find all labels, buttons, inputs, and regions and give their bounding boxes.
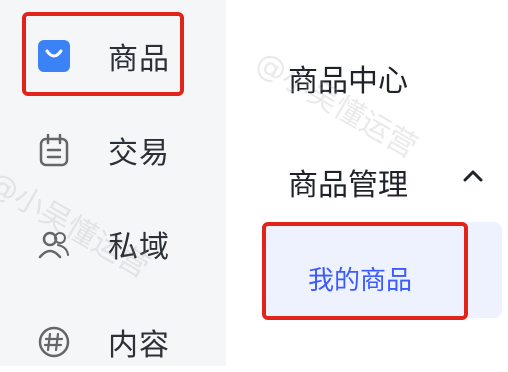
submenu-item-goods-center[interactable]: 商品中心 [288,56,408,100]
private-domain-icon [36,226,72,262]
nav-item-private-domain[interactable]: 私域 [22,214,222,274]
nav-item-content[interactable]: 内容 [22,312,222,372]
nav-item-trade[interactable]: 交易 [22,120,222,180]
goods-highlight-box [22,12,184,96]
trade-icon [36,132,72,168]
nav-label-trade: 交易 [108,136,170,171]
nav-label-private-domain: 私域 [108,230,170,265]
my-goods-highlight-box [262,222,468,320]
nav-label-content: 内容 [108,328,170,363]
submenu-group-goods-management[interactable]: 商品管理 [288,160,408,204]
chevron-up-icon[interactable] [462,168,484,188]
content-icon [36,324,72,360]
